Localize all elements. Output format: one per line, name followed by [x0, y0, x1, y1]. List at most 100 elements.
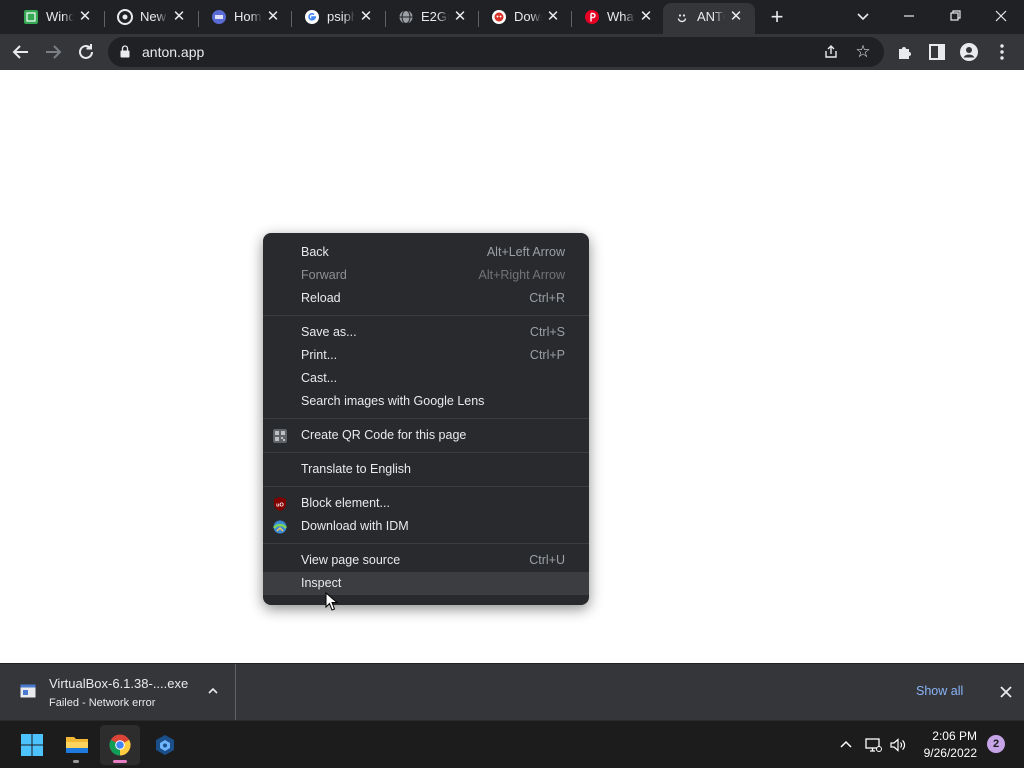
show-all-downloads-link[interactable]: Show all [916, 683, 963, 699]
download-file-name: VirtualBox-6.1.38-....exe [49, 676, 189, 691]
chevron-up-icon[interactable] [204, 682, 222, 700]
browser-tab[interactable]: psiph ✕ [293, 3, 386, 34]
close-window-button[interactable] [989, 4, 1013, 28]
menu-item-label: Create QR Code for this page [301, 428, 467, 442]
notification-count-badge[interactable]: 2 [987, 735, 1005, 753]
browser-tab[interactable]: Windo✕ [12, 3, 105, 34]
file-explorer-icon [66, 737, 88, 753]
tab-title: ANTO [697, 9, 725, 24]
back-button[interactable] [9, 40, 33, 64]
lock-icon [120, 45, 130, 58]
chevron-down-icon [857, 13, 869, 21]
menu-button[interactable] [990, 40, 1014, 64]
browser-tab[interactable]: Down✕ [480, 3, 572, 34]
chrome-icon [117, 9, 133, 25]
menu-item-cast[interactable]: Cast... [263, 367, 589, 390]
tab-close-button[interactable]: ✕ [727, 8, 745, 26]
download-shelf: VirtualBox-6.1.38-....exe Failed - Netwo… [0, 663, 1024, 720]
menu-item-label: Download with IDM [301, 519, 409, 533]
menu-item-shortcut: Alt+Right Arrow [478, 268, 566, 282]
menu-item-label: Save as... [301, 325, 357, 339]
running-indicator [113, 760, 127, 763]
ublock-icon: uO [274, 497, 286, 511]
close-icon [995, 10, 1007, 22]
tab-search-button[interactable] [851, 4, 875, 28]
menu-item-view-page-source[interactable]: View page source Ctrl+U [263, 549, 589, 572]
menu-separator [263, 486, 589, 487]
speaker-icon [890, 738, 906, 752]
tab-close-button[interactable]: ✕ [544, 8, 562, 26]
share-icon[interactable] [820, 41, 842, 63]
address-url[interactable]: anton.app [142, 44, 204, 60]
menu-item-translate-to-english[interactable]: Translate to English [263, 458, 589, 481]
new-tab-button[interactable]: + [767, 6, 787, 28]
profile-button[interactable] [957, 40, 981, 64]
taskbar-file-explorer[interactable] [56, 725, 96, 765]
side-panel-icon [929, 44, 945, 60]
running-indicator [73, 760, 79, 763]
reload-button[interactable] [74, 40, 98, 64]
arrow-right-icon [46, 45, 62, 59]
tab-title: psiph [327, 9, 355, 24]
menu-item-label: Block element... [301, 496, 390, 510]
minimize-button[interactable] [897, 4, 921, 28]
tab-close-button[interactable]: ✕ [170, 8, 188, 26]
tab-close-button[interactable]: ✕ [637, 8, 655, 26]
taskbar-chrome[interactable] [100, 725, 140, 765]
menu-item-reload[interactable]: Reload Ctrl+R [263, 287, 589, 310]
taskbar-virtualbox[interactable] [145, 725, 185, 765]
menu-item-create-qr-code-for-this-page[interactable]: Create QR Code for this page [263, 424, 589, 447]
address-bar[interactable]: anton.app ☆ [108, 37, 884, 67]
menu-item-shortcut: Ctrl+U [529, 553, 565, 567]
download-status: Failed - Network error [49, 697, 156, 709]
arrow-left-icon [12, 45, 28, 59]
kebab-menu-icon [1000, 44, 1004, 60]
tab-separator [198, 11, 199, 27]
menu-item-label: Cast... [301, 371, 338, 385]
tab-close-button[interactable]: ✕ [357, 8, 375, 26]
download-item[interactable]: VirtualBox-6.1.38-....exe Failed - Netwo… [0, 664, 236, 720]
browser-tab[interactable]: New T✕ [106, 3, 199, 34]
menu-item-back[interactable]: Back Alt+Left Arrow [263, 241, 589, 264]
network-icon [865, 738, 882, 752]
menu-separator [263, 452, 589, 453]
show-hidden-icons-button[interactable] [836, 735, 856, 755]
tab-separator [478, 11, 479, 27]
tab-close-button[interactable]: ✕ [451, 8, 469, 26]
tab-separator [571, 11, 572, 27]
red-robot-icon [492, 10, 506, 24]
browser-tab[interactable]: What ✕ [573, 3, 661, 34]
restore-button[interactable] [943, 4, 967, 28]
forward-button[interactable] [41, 40, 65, 64]
menu-item-search-images-with-google-lens[interactable]: Search images with Google Lens [263, 390, 589, 413]
extensions-button[interactable] [893, 40, 917, 64]
idm-icon [273, 520, 287, 534]
blue-logo-icon [212, 10, 226, 24]
side-panel-button[interactable] [925, 40, 949, 64]
network-status[interactable] [863, 735, 883, 755]
bookmark-star-icon[interactable]: ☆ [852, 41, 874, 63]
menu-item-forward[interactable]: Forward Alt+Right Arrow [263, 264, 589, 287]
globe-icon [399, 10, 413, 25]
tab-close-button[interactable]: ✕ [264, 8, 282, 26]
menu-item-print[interactable]: Print... Ctrl+P [263, 344, 589, 367]
svg-text:uO: uO [276, 503, 284, 509]
menu-item-inspect[interactable]: Inspect [263, 572, 589, 595]
close-shelf-button[interactable] [996, 682, 1016, 702]
volume-control[interactable] [888, 735, 908, 755]
windows-taskbar: 2:06 PM 9/26/2022 2 [0, 720, 1024, 768]
start-button[interactable] [12, 725, 52, 765]
menu-item-save-as[interactable]: Save as... Ctrl+S [263, 321, 589, 344]
puzzle-piece-icon [899, 47, 911, 59]
menu-item-block-element[interactable]: uO Block element... [263, 492, 589, 515]
browser-tab[interactable]: E2Gui✕ [387, 3, 479, 34]
browser-tab[interactable]: Home✕ [200, 3, 292, 34]
browser-tab[interactable]: ANTO✕ [663, 3, 755, 34]
google-icon [305, 10, 319, 24]
browser-toolbar: anton.app ☆ [0, 34, 1024, 70]
menu-item-download-with-idm[interactable]: Download with IDM [263, 515, 589, 538]
menu-item-shortcut: Ctrl+R [529, 291, 565, 305]
tab-close-button[interactable]: ✕ [76, 8, 94, 26]
menu-item-label: Reload [301, 291, 341, 305]
clock-date: 9/26/2022 [923, 746, 977, 760]
